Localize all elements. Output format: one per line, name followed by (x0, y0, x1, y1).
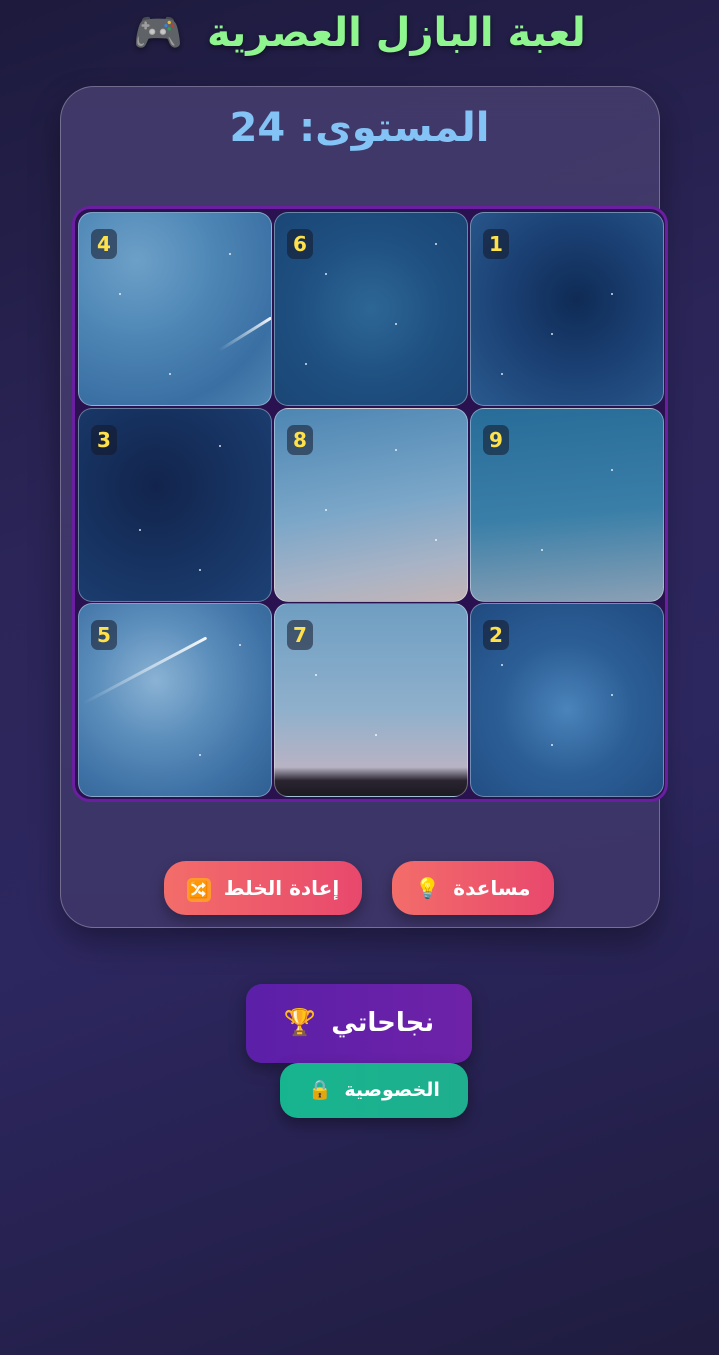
puzzle-tile[interactable]: 8 (274, 408, 468, 602)
achievements-button[interactable]: نجاحاتي 🏆 (246, 984, 472, 1063)
star (611, 469, 613, 471)
star (325, 273, 327, 275)
privacy-button[interactable]: الخصوصية 🔒 (280, 1063, 468, 1118)
puzzle-tile[interactable]: 2 (470, 603, 664, 797)
star (551, 744, 553, 746)
tile-number: 4 (91, 229, 117, 259)
puzzle-tile[interactable]: 7 (274, 603, 468, 797)
level-indicator: المستوى: 24 (229, 105, 490, 151)
star (611, 293, 613, 295)
hint-button[interactable]: مساعدة 💡 (392, 861, 554, 915)
shuffle-icon: 🔀 (186, 877, 211, 902)
star (219, 445, 221, 447)
tile-number: 2 (483, 620, 509, 650)
star (435, 243, 437, 245)
puzzle-tile[interactable]: 6 (274, 212, 468, 406)
tile-number: 3 (91, 425, 117, 455)
trophy-icon: 🏆 (283, 1008, 317, 1038)
game-title: لعبة البازل العصرية 🎮 (0, 4, 719, 62)
achievements-button-label: نجاحاتي (331, 1008, 435, 1038)
tile-number: 7 (287, 620, 313, 650)
star (199, 754, 201, 756)
star (229, 253, 231, 255)
game-title-text: لعبة البازل العصرية (207, 10, 586, 56)
star (325, 509, 327, 511)
hint-button-label: مساعدة (453, 876, 531, 900)
star (139, 529, 141, 531)
lock-icon: 🔒 (308, 1079, 332, 1101)
tile-number: 1 (483, 229, 509, 259)
shuffle-button[interactable]: إعادة الخلط 🔀 (164, 861, 362, 915)
puzzle-tile[interactable]: 1 (470, 212, 664, 406)
lightbulb-icon: 💡 (415, 876, 441, 900)
tile-number: 5 (91, 620, 117, 650)
star (541, 549, 543, 551)
star (315, 674, 317, 676)
star (551, 333, 553, 335)
gamepad-icon: 🎮 (133, 10, 184, 56)
tile-number: 6 (287, 229, 313, 259)
tile-number: 8 (287, 425, 313, 455)
star (501, 373, 503, 375)
privacy-button-label: الخصوصية (344, 1079, 440, 1101)
star (375, 734, 377, 736)
star (395, 323, 397, 325)
star (199, 569, 201, 571)
star (305, 363, 307, 365)
puzzle-tile[interactable]: 4 (78, 212, 272, 406)
star (169, 373, 171, 375)
star (435, 539, 437, 541)
tile-number: 9 (483, 425, 509, 455)
star (611, 694, 613, 696)
star (239, 644, 241, 646)
shuffle-button-label: إعادة الخلط (223, 876, 340, 900)
star (501, 664, 503, 666)
puzzle-tile[interactable]: 9 (470, 408, 664, 602)
meteor-streak (218, 316, 271, 352)
puzzle-tile[interactable]: 3 (78, 408, 272, 602)
puzzle-tile[interactable]: 5 (78, 603, 272, 797)
star (395, 449, 397, 451)
star (119, 293, 121, 295)
